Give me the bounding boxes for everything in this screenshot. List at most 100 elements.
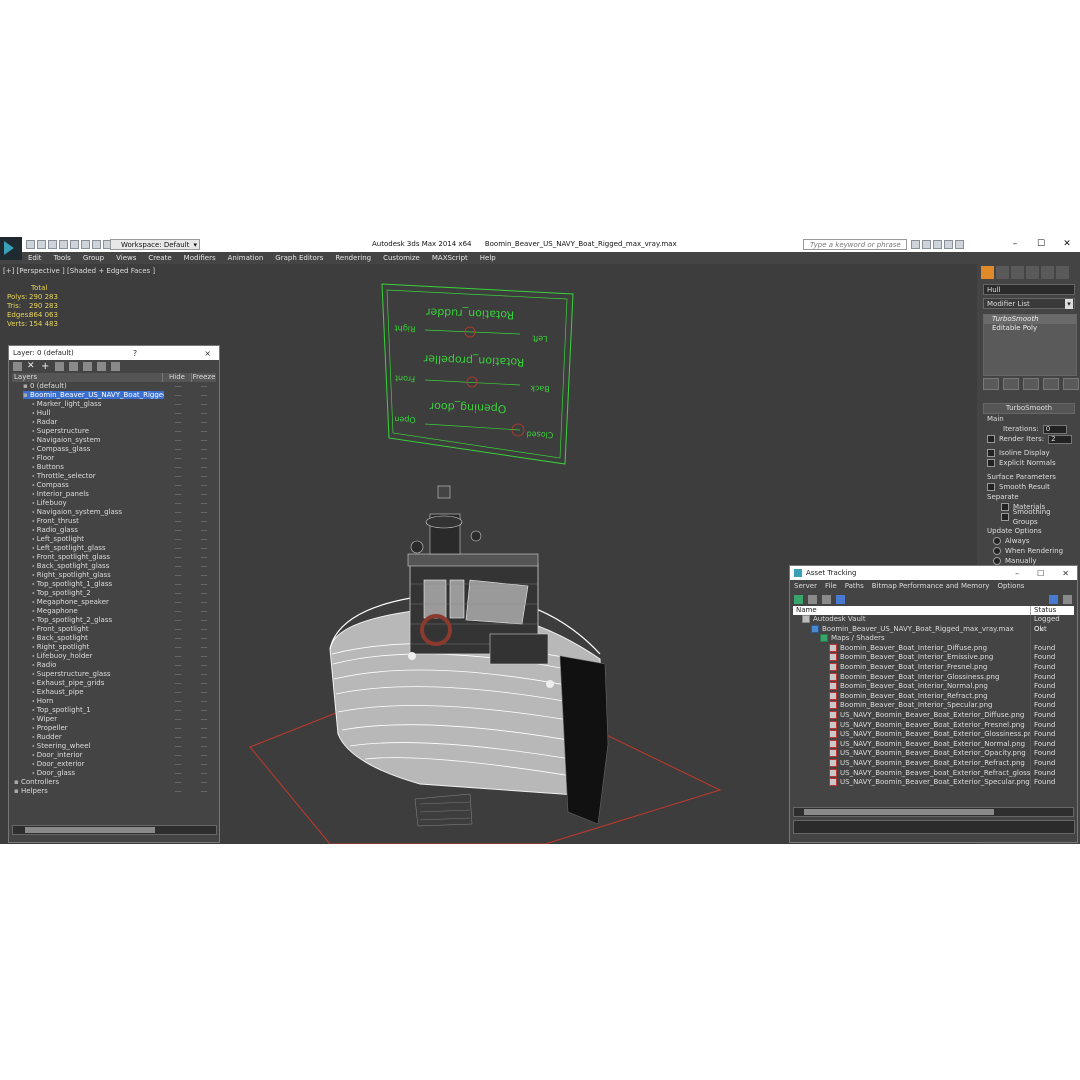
menu-customize[interactable]: Customize: [383, 254, 420, 262]
freeze-toggle[interactable]: —: [192, 382, 216, 391]
utilities-tab-icon[interactable]: [1056, 266, 1069, 279]
layer-row[interactable]: ⬩ Exhaust_pipe — —: [12, 688, 216, 697]
modifier-list-dropdown[interactable]: Modifier List ▾: [983, 298, 1075, 309]
remove-modifier-icon[interactable]: [1043, 378, 1059, 390]
hierarchy-tab-icon[interactable]: [1011, 266, 1024, 279]
freeze-toggle[interactable]: —: [192, 445, 216, 454]
freeze-toggle[interactable]: —: [192, 625, 216, 634]
hide-toggle[interactable]: —: [164, 661, 192, 670]
asset-row[interactable]: US_NAVY_Boomin_Beaver_Boat_Exterior_Fres…: [793, 720, 1074, 731]
layer-row[interactable]: ⬩ Door_exterior — —: [12, 760, 216, 769]
stack-item-turbosmooth[interactable]: TurboSmooth: [984, 315, 1076, 324]
close-icon[interactable]: ×: [204, 349, 211, 358]
freeze-toggle[interactable]: —: [192, 589, 216, 598]
asset-row[interactable]: US_NAVY_Boomin_Beaver_boat_Exterior_Refr…: [793, 768, 1074, 779]
freeze-toggle[interactable]: —: [192, 607, 216, 616]
layer-row[interactable]: ⬩ Lifebuoy — —: [12, 499, 216, 508]
freeze-toggle[interactable]: —: [192, 400, 216, 409]
freeze-toggle[interactable]: —: [192, 526, 216, 535]
create-layer-icon[interactable]: +: [41, 362, 50, 372]
asset-row[interactable]: US_NAVY_Boomin_Beaver_Boat_Exterior_Diff…: [793, 710, 1074, 721]
always-radio[interactable]: [993, 537, 1001, 545]
asset-row[interactable]: US_NAVY_Boomin_Beaver_Boat_Exterior_Norm…: [793, 739, 1074, 750]
smooth-result-checkbox[interactable]: [987, 483, 995, 491]
tools-icon[interactable]: [933, 240, 942, 249]
menu-tools[interactable]: Tools: [54, 254, 71, 262]
make-unique-icon[interactable]: [1023, 378, 1039, 390]
freeze-toggle[interactable]: —: [192, 427, 216, 436]
layer-row[interactable]: ⬩ Top_spotlight_2— —: [12, 589, 216, 598]
stack-item-editable-poly[interactable]: Editable Poly: [984, 324, 1076, 333]
layer-row[interactable]: ⬩ Superstructure_glass — —: [12, 670, 216, 679]
hide-toggle[interactable]: —: [164, 670, 192, 679]
hide-toggle[interactable]: —: [164, 607, 192, 616]
freeze-toggle[interactable]: —: [192, 454, 216, 463]
layer-row[interactable]: ⬩ Left_spotlight_glass — —: [12, 544, 216, 553]
hide-toggle[interactable]: —: [164, 625, 192, 634]
hide-toggle[interactable]: —: [164, 454, 192, 463]
configure-sets-icon[interactable]: [1063, 378, 1079, 390]
layer-row[interactable]: ⬩ Marker_light_glass — —: [12, 400, 216, 409]
hide-toggle[interactable]: —: [164, 688, 192, 697]
asset-row[interactable]: US_NAVY_Boomin_Beaver_Boat_Exterior_Refr…: [793, 758, 1074, 769]
workspace-dropdown[interactable]: Workspace: Default ▾: [110, 239, 200, 250]
freeze-toggle[interactable]: —: [192, 562, 216, 571]
freeze-toggle[interactable]: —: [192, 742, 216, 751]
asset-row[interactable]: US_NAVY_Boomin_Beaver_Boat_Exterior_Glos…: [793, 730, 1074, 740]
freeze-toggle[interactable]: —: [192, 616, 216, 625]
freeze-toggle[interactable]: —: [192, 409, 216, 418]
hide-toggle[interactable]: —: [164, 724, 192, 733]
freeze-toggle[interactable]: —: [192, 499, 216, 508]
hide-toggle[interactable]: —: [164, 760, 192, 769]
layer-explorer-titlebar[interactable]: Layer: 0 (default) ? ×: [9, 346, 219, 360]
freeze-toggle[interactable]: —: [192, 733, 216, 742]
layer-row[interactable]: ⬩ Navigaion_system — —: [12, 436, 216, 445]
asset-row[interactable]: Boomin_Beaver_Boat_Interior_Specular.png…: [793, 701, 1074, 711]
layer-row[interactable]: ⬩ Superstructure — —: [12, 427, 216, 436]
hide-toggle[interactable]: —: [164, 616, 192, 625]
hide-toggle[interactable]: —: [164, 508, 192, 517]
when-rendering-radio[interactable]: [993, 547, 1001, 555]
asset-row[interactable]: Autodesk Vault Logged Out: [793, 615, 1074, 633]
freeze-toggle[interactable]: —: [192, 688, 216, 697]
asset-row[interactable]: Boomin_Beaver_Boat_Interior_Emissive.png…: [793, 653, 1074, 663]
asset-tracking-titlebar[interactable]: Asset Tracking – ☐ ✕: [790, 566, 1077, 580]
hide-toggle[interactable]: —: [164, 634, 192, 643]
freeze-toggle[interactable]: —: [192, 706, 216, 715]
hide-toggle[interactable]: —: [164, 418, 192, 427]
close-icon[interactable]: ✕: [1062, 569, 1069, 578]
layer-row[interactable]: ▪ 0 (default) — —: [12, 382, 216, 391]
close-button[interactable]: ✕: [1060, 238, 1074, 250]
at-menu-file[interactable]: File: [825, 582, 837, 590]
freeze-toggle[interactable]: —: [192, 643, 216, 652]
menu-create[interactable]: Create: [148, 254, 171, 262]
freeze-toggle[interactable]: —: [192, 778, 216, 787]
hide-toggle[interactable]: —: [164, 643, 192, 652]
layer-row[interactable]: ⬩ Rudder — —: [12, 733, 216, 742]
freeze-toggle[interactable]: —: [192, 661, 216, 670]
menu-modifiers[interactable]: Modifiers: [184, 254, 216, 262]
hide-toggle[interactable]: —: [164, 679, 192, 688]
freeze-toggle[interactable]: —: [192, 544, 216, 553]
layer-row[interactable]: ▪ Boomin_Beaver_US_NAVY_Boat_Rigged — —: [12, 391, 216, 400]
materials-checkbox[interactable]: [1001, 503, 1009, 511]
hide-toggle[interactable]: —: [164, 436, 192, 445]
delete-layer-icon[interactable]: ✕: [27, 362, 36, 371]
at-menu-bitmap[interactable]: Bitmap Performance and Memory: [872, 582, 990, 590]
rollout-title[interactable]: TurboSmooth: [983, 403, 1075, 414]
new-file-icon[interactable]: [26, 240, 35, 249]
layer-row[interactable]: ⬩ Door_glass — —: [12, 769, 216, 778]
layer-row[interactable]: ⬩ Right_spotlight_glass — —: [12, 571, 216, 580]
hide-toggle[interactable]: —: [164, 733, 192, 742]
layer-row[interactable]: ⬩ Hull — —: [12, 409, 216, 418]
hide-toggle[interactable]: —: [164, 463, 192, 472]
select-layer-icon[interactable]: [83, 362, 92, 371]
star-icon[interactable]: [944, 240, 953, 249]
maximize-button[interactable]: ☐: [1034, 238, 1048, 250]
layer-row[interactable]: ⬩ Top_spotlight_2_glass — —: [12, 616, 216, 625]
layer-row[interactable]: ▪ Helpers — —: [12, 787, 216, 796]
freeze-toggle[interactable]: —: [192, 787, 216, 796]
layer-settings-icon[interactable]: [13, 362, 22, 371]
freeze-toggle[interactable]: —: [192, 598, 216, 607]
layer-row[interactable]: ⬩ Radio_glass — —: [12, 526, 216, 535]
